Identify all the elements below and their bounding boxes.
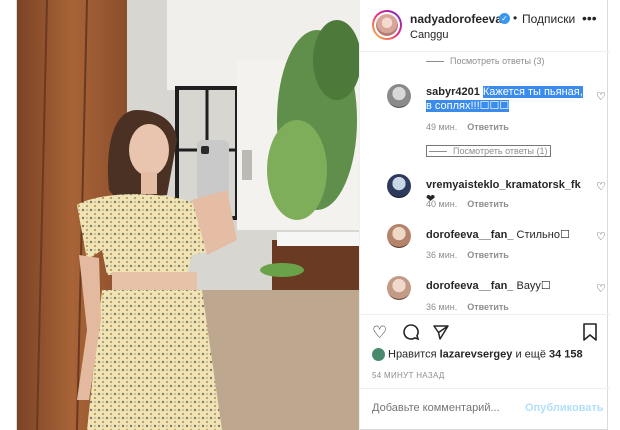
liker-avatar — [372, 348, 385, 361]
page: nadyadorofeeva ✓ • Подписки Canggu ••• П… — [0, 0, 620, 430]
likes-count[interactable]: 34 158 — [549, 348, 583, 360]
add-comment-bar: Опубликовать — [360, 388, 610, 430]
comment-meta: 36 мин. Ответить — [426, 250, 509, 260]
comment-meta: 40 мин. Ответить — [426, 199, 509, 209]
comment-username[interactable]: vremyaisteklo_kramatorsk_fk — [426, 179, 581, 191]
like-heart-icon[interactable]: ♡ — [372, 323, 387, 343]
author-avatar[interactable] — [372, 10, 402, 40]
post-location[interactable]: Canggu — [410, 29, 449, 41]
like-comment-heart-icon[interactable]: ♡ — [596, 180, 606, 193]
comment-bubble-icon[interactable] — [402, 323, 420, 346]
comment-text: dorofeeva__fan_ Стильно☐ — [426, 228, 586, 242]
comment-avatar[interactable] — [387, 224, 411, 248]
reply-button[interactable]: Ответить — [467, 302, 509, 312]
comments-list[interactable]: Посмотреть ответы (3) sabyr4201 Кажется … — [360, 52, 610, 314]
like-comment-heart-icon[interactable]: ♡ — [596, 90, 606, 103]
post-header: nadyadorofeeva ✓ • Подписки Canggu ••• — [360, 0, 610, 52]
view-replies-button[interactable]: Посмотреть ответы (1) — [426, 145, 551, 157]
reply-button[interactable]: Ответить — [467, 250, 509, 260]
instagram-post: nadyadorofeeva ✓ • Подписки Canggu ••• П… — [16, 0, 610, 430]
share-paper-plane-icon[interactable] — [432, 323, 450, 346]
publish-button[interactable]: Опубликовать — [525, 402, 604, 414]
post-photo[interactable] — [17, 0, 359, 430]
like-comment-heart-icon[interactable]: ♡ — [596, 282, 606, 295]
comment-meta: 49 мин. Ответить — [426, 122, 509, 132]
photo-illustration — [17, 0, 359, 430]
comment-text: dorofeeva__fan_ Вауу☐ — [426, 279, 586, 293]
author-username[interactable]: nadyadorofeeva — [410, 12, 502, 26]
comment-username[interactable]: dorofeeva__fan_ — [426, 280, 513, 292]
comment-username[interactable]: sabyr4201 — [426, 86, 480, 98]
comment-meta: 36 мин. Ответить — [426, 302, 509, 312]
post-timestamp: 54 МИНУТ НАЗАД — [372, 371, 445, 380]
like-comment-heart-icon[interactable]: ♡ — [596, 230, 606, 243]
bookmark-icon[interactable] — [582, 323, 598, 346]
comment-avatar[interactable] — [387, 84, 411, 108]
comment-avatar[interactable] — [387, 174, 411, 198]
comment-username[interactable]: dorofeeva__fan_ — [426, 229, 513, 241]
separator-dot: • — [513, 11, 518, 25]
comment-body: Вауу☐ — [516, 280, 551, 292]
comment-input[interactable] — [372, 402, 522, 414]
comment-text: sabyr4201 Кажется ты пьяная, в соплях!!!… — [426, 85, 586, 113]
following-button[interactable]: Подписки — [522, 12, 575, 26]
more-options-icon[interactable]: ••• — [582, 10, 597, 26]
view-replies-top[interactable]: Посмотреть ответы (3) — [426, 56, 545, 66]
reply-button[interactable]: Ответить — [467, 199, 509, 209]
liker-username[interactable]: lazarevsergey — [440, 348, 513, 360]
post-side-panel: nadyadorofeeva ✓ • Подписки Canggu ••• П… — [359, 0, 610, 430]
comment-body: Стильно☐ — [516, 229, 570, 241]
comment-avatar[interactable] — [387, 276, 411, 300]
likes-summary[interactable]: Нравится lazarevsergey и ещё 34 158 — [372, 348, 583, 361]
reply-button[interactable]: Ответить — [467, 122, 509, 132]
verified-badge-icon: ✓ — [499, 13, 510, 24]
